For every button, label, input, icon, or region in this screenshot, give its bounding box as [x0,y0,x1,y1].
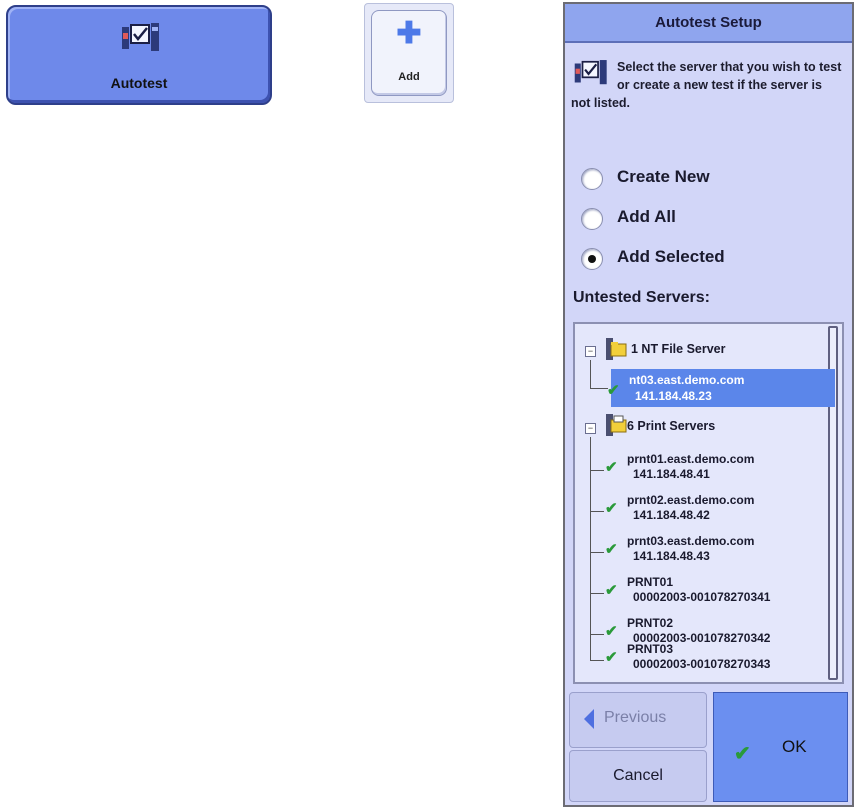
autotest-icon [573,58,611,93]
check-icon: ✔ [605,500,618,517]
option-label: Add Selected [617,247,725,266]
tree-connector [590,360,591,388]
autotest-button[interactable]: Autotest [6,5,272,105]
server-item[interactable]: ✔ PRNT03 00002003-001078270343 [575,642,815,676]
server-item[interactable]: ✔ PRNT01 00002003-001078270341 [575,571,815,605]
ok-button[interactable]: ✔ OK [713,692,848,802]
check-icon: ✔ [605,459,618,476]
option-label: Add All [617,207,676,226]
back-arrow-icon [584,709,594,729]
previous-button[interactable]: Previous [569,692,707,748]
collapse-icon[interactable]: − [585,423,596,434]
group-label: 1 NT File Server [631,342,726,356]
check-icon: ✔ [605,541,618,558]
server-address: 141.184.48.42 [633,508,710,522]
server-item-selected[interactable]: ✔ nt03.east.demo.com 141.184.48.23 [607,369,835,407]
autotest-label: Autotest [110,75,168,91]
check-icon: ✔ [605,582,618,599]
radio-button[interactable] [581,168,603,190]
plus-icon: ✚ [396,17,422,50]
server-name: PRNT01 [627,575,674,589]
tree-connector [590,470,604,471]
server-item[interactable]: ✔ prnt01.east.demo.com 141.184.48.41 [575,448,815,482]
autotest-icon [120,21,164,60]
server-address: 141.184.48.41 [633,467,710,481]
check-icon: ✔ [734,743,751,765]
server-item[interactable]: ✔ prnt02.east.demo.com 141.184.48.42 [575,489,815,523]
tree-connector [590,660,604,661]
check-icon: ✔ [605,649,618,666]
server-address: 141.184.48.23 [635,389,712,403]
add-button[interactable]: ✚ Add [364,3,454,103]
server-name: PRNT02 [627,616,674,630]
radio-button[interactable] [581,208,603,230]
add-label: Add [398,71,420,83]
tree-connector [590,552,604,553]
instruction-text: Select the server that you wish to test … [571,60,842,110]
tree-connector [590,388,608,389]
server-name: PRNT03 [627,642,674,656]
server-address: 141.184.48.43 [633,549,710,563]
server-name: nt03.east.demo.com [629,373,745,387]
radio-button-selected[interactable] [581,248,603,270]
untested-servers-label: Untested Servers: [573,289,710,306]
collapse-icon[interactable]: − [585,346,596,357]
server-item[interactable]: ✔ PRNT02 00002003-001078270342 [575,612,815,646]
server-tree[interactable]: − 1 NT File Server ✔ nt03.east.demo.com … [573,322,844,684]
tree-connector [590,511,604,512]
server-name: prnt02.east.demo.com [627,493,755,507]
group-label: 6 Print Servers [627,419,716,433]
tree-connector [590,634,604,635]
previous-label: Previous [604,709,667,726]
server-item[interactable]: ✔ prnt03.east.demo.com 141.184.48.43 [575,530,815,564]
server-name: prnt03.east.demo.com [627,534,755,548]
check-icon: ✔ [607,382,620,399]
server-name: prnt01.east.demo.com [627,452,755,466]
server-address: 00002003-001078270341 [633,590,771,604]
check-icon: ✔ [605,623,618,640]
instruction-block: Select the server that you wish to test … [571,58,843,112]
folder-printer-icon [603,412,627,443]
tree-connector [590,593,604,594]
server-address: 00002003-001078270343 [633,657,771,671]
panel-title: Autotest Setup [565,4,852,43]
add-button-face: ✚ Add [371,10,447,96]
ok-label: OK [782,737,807,756]
folder-server-icon [603,336,627,367]
cancel-button[interactable]: Cancel [569,750,707,802]
option-label: Create New [617,167,710,186]
autotest-setup-panel: Autotest Setup Select the server that yo… [563,2,854,807]
cancel-label: Cancel [613,767,663,784]
